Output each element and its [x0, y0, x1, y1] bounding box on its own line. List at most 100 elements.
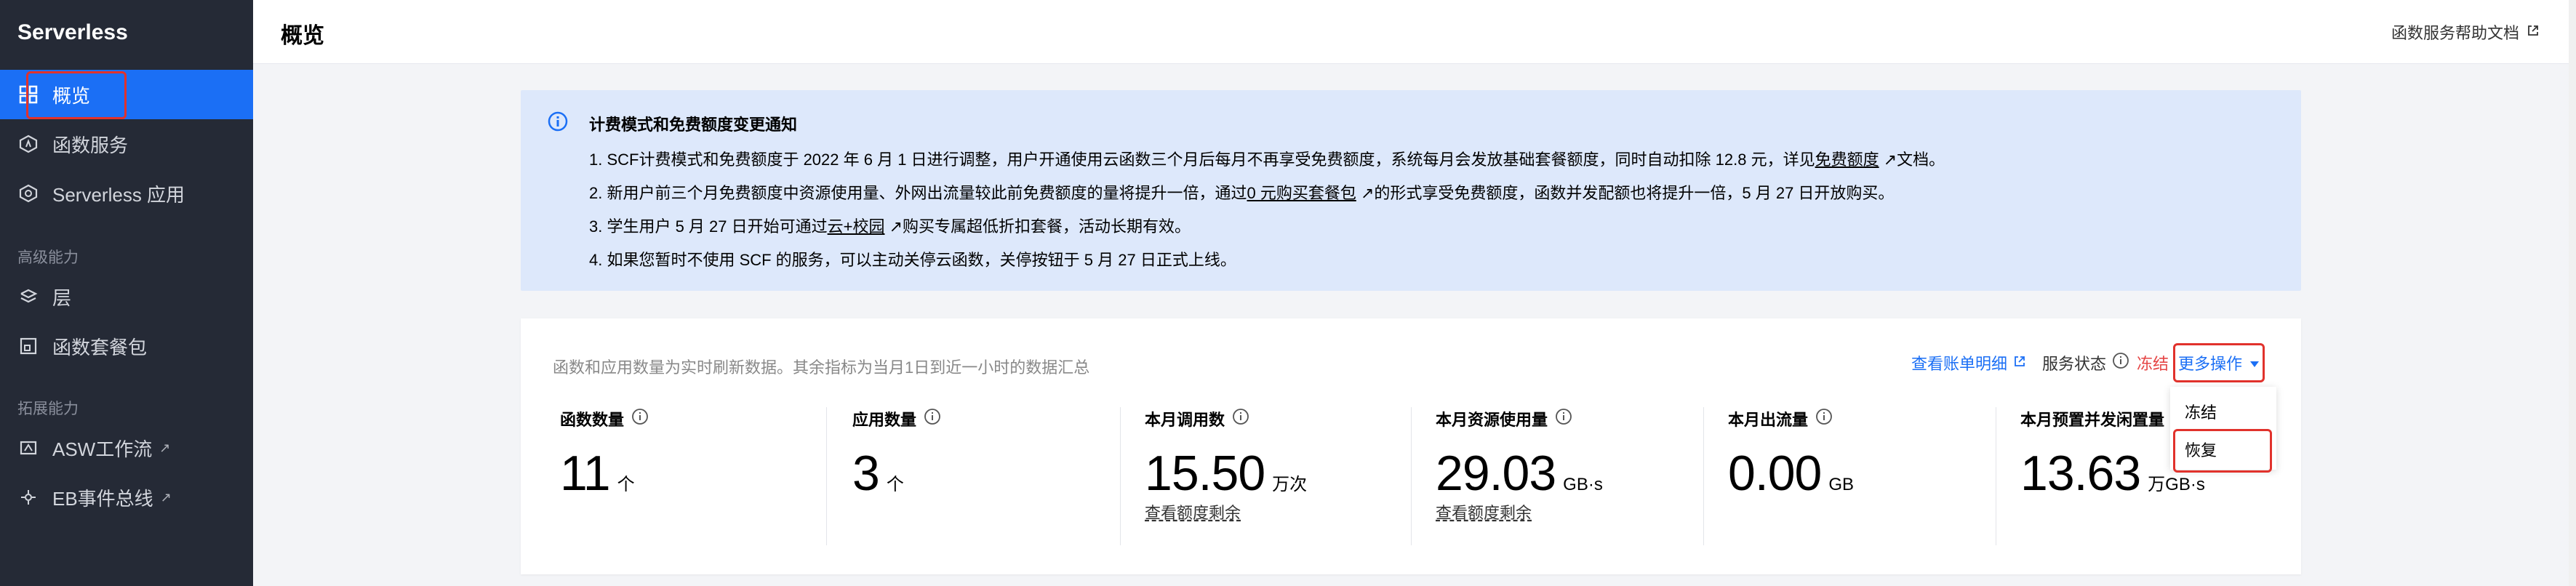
sidebar-item-serverless-app[interactable]: Serverless 应用: [0, 169, 253, 218]
more-actions-button[interactable]: 更多操作: [2172, 343, 2265, 382]
metric-number: 29.03: [1436, 446, 1556, 501]
metric-unit: 个: [886, 475, 904, 494]
sidebar-item-label: EB事件总线: [52, 487, 153, 510]
metric-label-wrap: 函数数量: [560, 407, 851, 430]
notice-text: 3. 学生用户 5 月 27 日开始可通过: [589, 217, 828, 236]
metric-resource-usage: 本月资源使用量 29.03 GB·s 查看额度剩余: [1436, 407, 1727, 523]
notice-text: 2. 新用户前三个月免费额度中资源使用量、外网出流量较此前免费额度的量将提升一倍…: [589, 184, 1247, 202]
help-doc-label: 函数服务帮助文档: [2391, 24, 2519, 42]
metric-number: 13.63: [2020, 446, 2141, 501]
notice-line-2: 2. 新用户前三个月免费额度中资源使用量、外网出流量较此前免费额度的量将提升一倍…: [589, 180, 1894, 204]
service-status-label: 服务状态: [2041, 355, 2106, 373]
sidebar-item-event-bus[interactable]: EB事件总线 ↗: [0, 473, 253, 522]
brand-title: Serverless: [17, 20, 128, 44]
metric-outbound-traffic: 本月出流量 0.00 GB: [1728, 407, 2019, 502]
view-quota-remaining-link[interactable]: 查看额度剩余: [1436, 500, 1727, 523]
metric-app-count: 应用数量 3 个: [852, 407, 1143, 502]
metric-label: 本月资源使用量: [1436, 411, 1548, 429]
external-link-icon: ↗: [1360, 184, 1375, 202]
notice-line-1: 1. SCF计费模式和免费额度于 2022 年 6 月 1 日进行调整，用户开通…: [589, 147, 1945, 170]
metric-number: 3: [852, 446, 880, 501]
info-circle-icon[interactable]: [1555, 408, 1572, 430]
metric-number: 15.50: [1145, 446, 1265, 501]
external-link-icon: ↗: [159, 440, 171, 455]
billing-change-notice: 计费模式和免费额度变更通知 1. SCF计费模式和免费额度于 2022 年 6 …: [521, 90, 2301, 291]
page-header: 概览 函数服务帮助文档: [253, 0, 2569, 64]
notice-text: 1. SCF计费模式和免费额度于 2022 年 6 月 1 日进行调整，用户开通…: [589, 150, 1815, 169]
metric-number: 11: [560, 446, 611, 501]
panel-actions: 查看账单明细 服务状态 冻结 更多操作: [1911, 343, 2265, 382]
caret-down-icon: [2249, 353, 2260, 372]
info-icon: [548, 111, 568, 132]
function-icon: [17, 133, 39, 155]
metric-invocations: 本月调用数 15.50 万次 查看额度剩余: [1145, 407, 1436, 523]
metric-label: 本月预置并发闲置量: [2020, 411, 2165, 429]
sidebar-item-label: 层: [52, 286, 72, 309]
metric-value: 29.03 GB·s: [1436, 445, 1727, 502]
metric-number: 0.00: [1728, 446, 1822, 501]
workflow-icon: [17, 437, 39, 459]
notice-line-4: 4. 如果您暂时不使用 SCF 的服务，可以主动关停云函数，关停按钮于 5 月 …: [589, 251, 1236, 269]
sidebar-item-packages[interactable]: 函数套餐包: [0, 321, 253, 371]
metric-unit: 万GB·s: [2148, 475, 2205, 494]
external-link-icon: ↗: [889, 217, 903, 236]
info-circle-icon[interactable]: [1815, 408, 1833, 430]
metric-label-wrap: 本月调用数: [1145, 407, 1436, 430]
app-icon: [17, 182, 39, 204]
sidebar-item-label: 函数服务: [52, 134, 129, 156]
metric-unit: 个: [617, 475, 635, 494]
nav-group-extend: 拓展能力: [17, 401, 79, 417]
sidebar-item-layers[interactable]: 层: [0, 272, 253, 321]
external-link-icon: ↗: [1883, 150, 1897, 169]
external-link-icon: [2527, 23, 2540, 41]
metric-label: 函数数量: [560, 411, 625, 429]
sidebar-item-functions[interactable]: 函数服务: [0, 119, 253, 169]
external-link-icon: ↗: [160, 489, 172, 505]
annotation-highlight-overview: [26, 71, 127, 119]
event-bus-icon: [17, 486, 39, 508]
metric-function-count: 函数数量 11 个: [560, 407, 851, 502]
page-title: 概览: [281, 24, 324, 48]
more-actions-label: 更多操作: [2177, 355, 2242, 373]
nav-group-advanced: 高级能力: [17, 249, 79, 266]
layers-icon: [17, 286, 39, 308]
metric-unit: GB: [1828, 475, 1855, 494]
info-circle-icon[interactable]: [1232, 408, 1249, 430]
sidebar-item-asw-workflow[interactable]: ASW工作流 ↗: [0, 423, 253, 473]
campus-link[interactable]: 云+校园: [828, 217, 885, 236]
panel-description: 函数和应用数量为实时刷新数据。其余指标为当月1日到近一小时的数据汇总: [553, 358, 1090, 377]
scrollbar[interactable]: [2569, 0, 2576, 586]
view-quota-remaining-link[interactable]: 查看额度剩余: [1145, 500, 1436, 523]
help-doc-link[interactable]: 函数服务帮助文档: [2391, 20, 2540, 44]
metric-label-wrap: 本月出流量: [1728, 407, 2019, 430]
view-bill-link[interactable]: 查看账单明细: [1911, 351, 2026, 374]
dropdown-item-freeze[interactable]: 冻结: [2185, 400, 2217, 423]
help-icon[interactable]: [2112, 352, 2129, 374]
metric-label: 本月调用数: [1145, 411, 1225, 429]
package-icon: [17, 335, 39, 357]
metric-value: 3 个: [852, 445, 1143, 502]
view-bill-label: 查看账单明细: [1911, 355, 2007, 373]
annotation-highlight-restore: [2173, 429, 2272, 473]
notice-text: 购买专属超低折扣套餐，活动长期有效。: [903, 217, 1191, 236]
metric-value: 11 个: [560, 445, 851, 502]
notice-line-3: 3. 学生用户 5 月 27 日开始可通过云+校园 ↗购买专属超低折扣套餐，活动…: [589, 214, 1191, 237]
info-circle-icon[interactable]: [631, 408, 649, 430]
metric-label-wrap: 本月资源使用量: [1436, 407, 1727, 430]
metric-label: 应用数量: [852, 411, 917, 429]
metric-unit: GB·s: [1563, 475, 1603, 494]
metric-label: 本月出流量: [1728, 411, 1809, 429]
notice-title: 计费模式和免费额度变更通知: [589, 116, 798, 134]
buy-package-link[interactable]: 0 元购买套餐包: [1247, 184, 1356, 202]
metric-label-wrap: 应用数量: [852, 407, 1143, 430]
sidebar-item-label: Serverless 应用: [52, 183, 185, 206]
info-circle-icon[interactable]: [924, 408, 941, 430]
external-link-icon: [2013, 353, 2026, 372]
sidebar-item-label: ASW工作流: [52, 438, 153, 460]
service-status-value: 冻结: [2136, 355, 2169, 373]
notice-text: 的形式享受免费额度，函数并发配额也将提升一倍，5 月 27 日开放购买。: [1374, 184, 1895, 202]
free-quota-link[interactable]: 免费额度: [1815, 150, 1879, 169]
service-status: 服务状态: [2042, 351, 2129, 374]
metric-value: 15.50 万次: [1145, 445, 1436, 502]
metric-value: 0.00 GB: [1728, 445, 2019, 502]
